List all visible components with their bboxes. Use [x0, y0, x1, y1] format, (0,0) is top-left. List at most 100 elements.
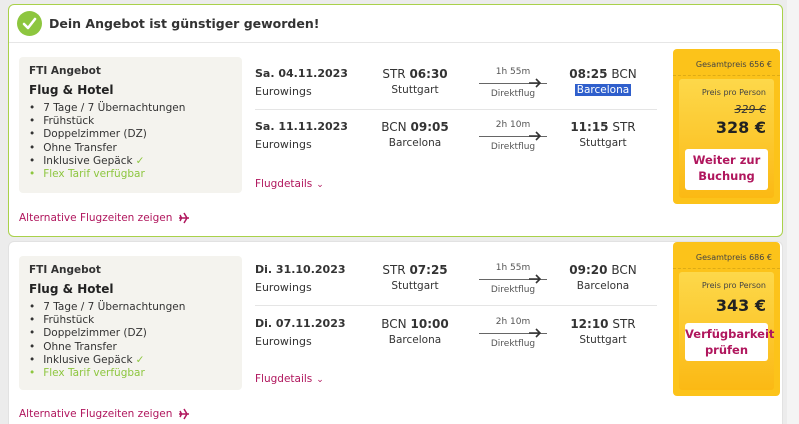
departure: STR 06:30 Stuttgart	[365, 67, 465, 96]
arrival-code: BCN	[611, 263, 637, 277]
airline: Eurowings	[255, 85, 312, 98]
per-person-label: Preis pro Person	[701, 281, 766, 290]
duration-text: 2h 10m	[495, 317, 531, 327]
plane-icon	[529, 131, 541, 141]
arrival-time: 08:25	[569, 67, 608, 81]
arrival: 09:20 BCN Barcelona	[553, 263, 653, 292]
price-box: Gesamtpreis 686 € Preis pro Person 343 €…	[669, 242, 780, 396]
flight-duration: 1h 55m Direktflug	[477, 263, 549, 295]
feature-list: 7 Tage / 7 Übernachtungen Frühstück Dopp…	[29, 102, 185, 181]
flight-details-link[interactable]: Flugdetails ⌄	[255, 373, 324, 385]
departure: BCN 09:05 Barcelona	[365, 120, 465, 149]
flight-type: Direktflug	[490, 285, 536, 295]
arrival: 11:15 STR Stuttgart	[553, 120, 653, 149]
banner-text: Dein Angebot ist günstiger geworden!	[49, 16, 320, 31]
airline: Eurowings	[255, 335, 312, 348]
continue-booking-button[interactable]: Weiter zur Buchung	[685, 149, 768, 190]
arrival-city-selected: Barcelona	[574, 84, 632, 96]
price-panel: Preis pro Person 343 € Verfügbarkeit prü…	[679, 272, 774, 390]
divider	[255, 305, 657, 306]
flight-date: Sa. 04.11.2023	[255, 67, 348, 80]
feature-item: Ohne Transfer	[29, 142, 185, 155]
price: 328 €	[715, 118, 766, 137]
details-label: Flugdetails	[255, 178, 313, 190]
feature-item: Frühstück	[29, 314, 185, 327]
feature-item: Ohne Transfer	[29, 341, 185, 354]
price: 343 €	[715, 296, 766, 315]
duration-text: 2h 10m	[495, 120, 531, 130]
airplane-icon	[179, 408, 190, 420]
arrival-city: Stuttgart	[579, 137, 627, 149]
scrollbar-track[interactable]	[787, 0, 799, 424]
departure-time: 07:25	[409, 263, 448, 277]
departure-city: Barcelona	[388, 137, 442, 149]
offer-card-1: Dein Angebot ist günstiger geworden! FTI…	[8, 4, 783, 237]
airline: Eurowings	[255, 138, 312, 151]
arrival: 08:25 BCN Barcelona	[553, 67, 653, 96]
flight-date: Di. 31.10.2023	[255, 263, 346, 276]
offer-summary: FTI Angebot Flug & Hotel 7 Tage / 7 Über…	[19, 256, 242, 390]
flight-duration: 1h 55m Direktflug	[477, 67, 549, 99]
arrival-code: STR	[612, 120, 636, 134]
price-panel: Preis pro Person 329 € 328 € Weiter zur …	[679, 79, 774, 198]
arrival-time: 11:15	[570, 120, 609, 134]
departure-time: 09:05	[410, 120, 449, 134]
airline: Eurowings	[255, 281, 312, 294]
check-availability-button[interactable]: Verfügbarkeit prüfen	[685, 323, 774, 361]
departure-city: Stuttgart	[391, 280, 439, 292]
offer-title: Flug & Hotel	[29, 83, 114, 97]
departure-time: 10:00	[410, 317, 449, 331]
duration-text: 1h 55m	[495, 67, 531, 77]
arrival-code: STR	[612, 317, 636, 331]
feature-text: Inklusive Gepäck	[43, 353, 133, 366]
feature-item: Doppelzimmer (DZ)	[29, 327, 185, 340]
check-icon: ✓	[135, 353, 145, 366]
offer-label: FTI Angebot	[29, 65, 101, 77]
alternative-flights-link[interactable]: Alternative Flugzeiten zeigen	[19, 408, 190, 420]
departure-code: BCN	[381, 317, 407, 331]
flight-date: Di. 07.11.2023	[255, 317, 346, 330]
arrival-code: BCN	[611, 67, 637, 81]
flight-duration: 2h 10m Direktflug	[477, 120, 549, 152]
feature-list: 7 Tage / 7 Übernachtungen Frühstück Dopp…	[29, 301, 185, 380]
arrival-time: 09:20	[569, 263, 608, 277]
total-price: Gesamtpreis 656 €	[695, 60, 772, 69]
check-circle-icon	[17, 11, 42, 36]
departure-code: STR	[382, 67, 406, 81]
return-flight: Di. 07.11.2023 Eurowings BCN 10:00 Barce…	[255, 317, 657, 367]
price-box: Gesamtpreis 656 € Preis pro Person 329 €…	[669, 49, 780, 204]
departure: BCN 10:00 Barcelona	[365, 317, 465, 346]
alternative-flights-link[interactable]: Alternative Flugzeiten zeigen	[19, 212, 190, 224]
departure: STR 07:25 Stuttgart	[365, 263, 465, 292]
flex-tariff-item: Flex Tarif verfügbar	[29, 168, 185, 181]
plane-icon	[529, 78, 541, 88]
offer-label: FTI Angebot	[29, 264, 101, 276]
feature-item: Doppelzimmer (DZ)	[29, 128, 185, 141]
check-icon: ✓	[135, 154, 145, 167]
airplane-icon	[179, 212, 190, 224]
departure-code: BCN	[381, 120, 407, 134]
flight-date: Sa. 11.11.2023	[255, 120, 348, 133]
details-label: Flugdetails	[255, 373, 313, 385]
offer-title: Flug & Hotel	[29, 282, 114, 296]
flight-type: Direktflug	[490, 142, 536, 152]
return-flight: Sa. 11.11.2023 Eurowings BCN 09:05 Barce…	[255, 120, 657, 170]
price-drop-banner: Dein Angebot ist günstiger geworden!	[9, 5, 782, 43]
arrival-city: Barcelona	[576, 280, 630, 292]
departure-city: Barcelona	[388, 334, 442, 346]
flight-duration: 2h 10m Direktflug	[477, 317, 549, 349]
feature-text: Inklusive Gepäck	[43, 154, 133, 167]
arrival-time: 12:10	[570, 317, 609, 331]
old-price: 329 €	[734, 103, 767, 116]
departure-city: Stuttgart	[391, 84, 439, 96]
departure-time: 06:30	[409, 67, 448, 81]
offer-card-2: FTI Angebot Flug & Hotel 7 Tage / 7 Über…	[8, 241, 783, 424]
chevron-down-icon: ⌄	[316, 375, 324, 385]
feature-item: Frühstück	[29, 115, 185, 128]
feature-item: 7 Tage / 7 Übernachtungen	[29, 301, 185, 314]
total-price: Gesamtpreis 686 €	[695, 253, 772, 262]
flight-details-link[interactable]: Flugdetails ⌄	[255, 178, 324, 190]
divider	[255, 109, 657, 110]
chevron-down-icon: ⌄	[316, 180, 324, 190]
feature-item-baggage: Inklusive Gepäck✓	[29, 155, 185, 168]
